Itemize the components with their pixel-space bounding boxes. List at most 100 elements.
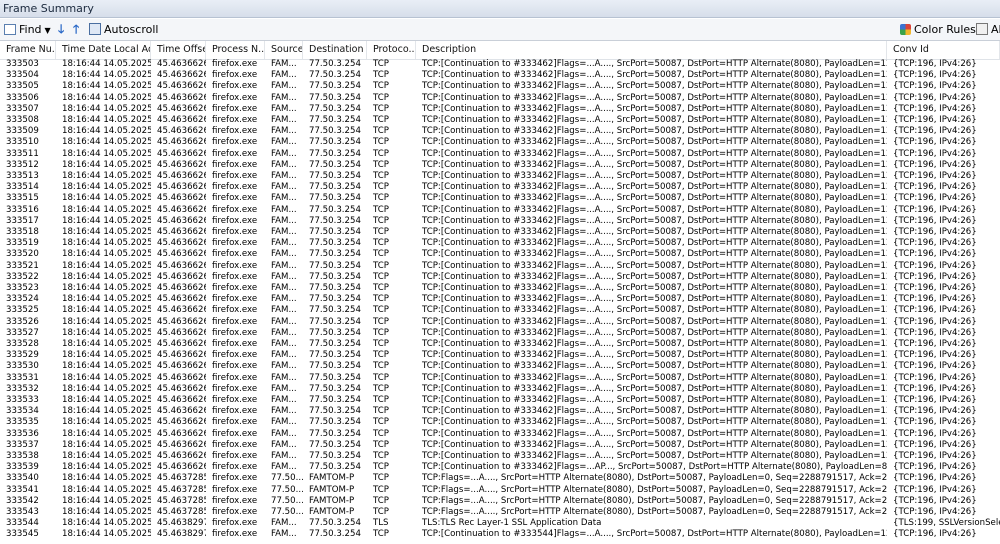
column-header-conv-id[interactable]: Conv Id (887, 41, 1000, 59)
find-button[interactable]: Find ▼ (4, 19, 51, 40)
cell-time-date: 18:16:44 14.05.2025 (62, 350, 151, 361)
column-header-time-offset[interactable]: Time Offset (151, 41, 206, 59)
cell-destination: 77.50.3.254 (309, 215, 361, 226)
column-header-destination[interactable]: Destination (303, 41, 367, 59)
cell-time-offset: 45.4636626 (157, 372, 206, 383)
table-row[interactable]: 333515 18:16:44 14.05.2025 45.4636626 firef… (0, 193, 1000, 204)
cell-time-offset: 45.4636626 (157, 159, 206, 170)
table-row[interactable]: 333507 18:16:44 14.05.2025 45.4636626 firef… (0, 104, 1000, 115)
table-row[interactable]: 333509 18:16:44 14.05.2025 45.4636626 firef… (0, 126, 1000, 137)
column-header-frame-number[interactable]: Frame Nu... (0, 41, 56, 59)
table-row[interactable]: 333521 18:16:44 14.05.2025 45.4636626 firef… (0, 261, 1000, 272)
cell-description: TCP:[Continuation to #333462]Flags=...A.… (422, 339, 887, 349)
cell-destination: 77.50.3.254 (309, 406, 361, 417)
cell-time-offset: 45.4636626 (157, 81, 206, 92)
table-row[interactable]: 333506 18:16:44 14.05.2025 45.4636626 firef… (0, 93, 1000, 104)
table-row[interactable]: 333541 18:16:44 14.05.2025 45.4637285 firef… (0, 485, 1000, 496)
table-row[interactable]: 333535 18:16:44 14.05.2025 45.4636626 firef… (0, 417, 1000, 428)
table-row[interactable]: 333545 18:16:44 14.05.2025 45.4638297 firef… (0, 529, 1000, 540)
cell-frame-number: 333515 (6, 193, 39, 204)
table-row[interactable]: 333533 18:16:44 14.05.2025 45.4636626 firef… (0, 395, 1000, 406)
cell-source: FAM... (271, 529, 297, 540)
cell-process-name: firefox.exe (212, 215, 258, 226)
cell-description: TCP:Flags=...A...., SrcPort=HTTP Alterna… (422, 484, 887, 495)
table-row[interactable]: 333544 18:16:44 14.05.2025 45.4638297 firef… (0, 518, 1000, 529)
find-next-button[interactable]: 🡓 (58, 19, 64, 40)
table-row[interactable]: 333512 18:16:44 14.05.2025 45.4636626 firef… (0, 160, 1000, 171)
find-previous-button[interactable]: 🡑 (73, 19, 79, 40)
table-row[interactable]: 333525 18:16:44 14.05.2025 45.4636626 firef… (0, 305, 1000, 316)
table-row[interactable]: 333518 18:16:44 14.05.2025 45.4636626 firef… (0, 227, 1000, 238)
cell-time-offset: 45.4636626 (157, 249, 206, 260)
cell-protocol: TLS (373, 518, 389, 529)
column-header-process-name[interactable]: Process N... (206, 41, 265, 59)
color-rules-icon (900, 23, 911, 35)
table-row[interactable]: 333534 18:16:44 14.05.2025 45.4636626 firef… (0, 406, 1000, 417)
color-rules-button[interactable]: Color Rules (900, 19, 976, 40)
cell-protocol: TCP (373, 103, 389, 114)
table-row[interactable]: 333542 18:16:44 14.05.2025 45.4637285 firef… (0, 496, 1000, 507)
cell-protocol: TCP (373, 462, 389, 473)
color-rules-label: Color Rules (914, 23, 976, 36)
table-row[interactable]: 333522 18:16:44 14.05.2025 45.4636626 firef… (0, 272, 1000, 283)
cell-frame-number: 333519 (6, 238, 39, 249)
cell-description: TCP:[Continuation to #333462]Flags=...A.… (422, 204, 887, 215)
cell-protocol: TCP (373, 81, 389, 92)
cell-frame-number: 333507 (6, 103, 39, 114)
table-row[interactable]: 333504 18:16:44 14.05.2025 45.4636626 firef… (0, 70, 1000, 81)
cell-source: FAM... (271, 350, 297, 361)
cell-destination: FAMTOM-P (309, 473, 355, 484)
cell-description: TCP:[Continuation to #333462]Flags=...A.… (422, 92, 887, 103)
cell-time-date: 18:16:44 14.05.2025 (62, 417, 151, 428)
table-row[interactable]: 333513 18:16:44 14.05.2025 45.4636626 firef… (0, 171, 1000, 182)
table-row[interactable]: 333536 18:16:44 14.05.2025 45.4636626 firef… (0, 429, 1000, 440)
table-row[interactable]: 333508 18:16:44 14.05.2025 45.4636626 firef… (0, 115, 1000, 126)
cell-destination: 77.50.3.254 (309, 126, 361, 137)
table-row[interactable]: 333538 18:16:44 14.05.2025 45.4636626 firef… (0, 451, 1000, 462)
table-row[interactable]: 333511 18:16:44 14.05.2025 45.4636626 firef… (0, 149, 1000, 160)
table-row[interactable]: 333505 18:16:44 14.05.2025 45.4636626 firef… (0, 81, 1000, 92)
cell-time-offset: 45.4636626 (157, 339, 206, 349)
table-row[interactable]: 333528 18:16:44 14.05.2025 45.4636626 firef… (0, 339, 1000, 350)
column-header-protocol[interactable]: Protoco... (367, 41, 416, 59)
table-row[interactable]: 333539 18:16:44 14.05.2025 45.4636626 firef… (0, 462, 1000, 473)
cell-description: TCP:[Continuation to #333462]Flags=...A.… (422, 171, 887, 181)
table-row[interactable]: 333526 18:16:44 14.05.2025 45.4636626 firef… (0, 317, 1000, 328)
aliases-button[interactable]: Al (976, 19, 1000, 40)
cell-protocol: TCP (373, 507, 389, 517)
cell-destination: 77.50.3.254 (309, 316, 361, 327)
table-row[interactable]: 333532 18:16:44 14.05.2025 45.4636626 firef… (0, 384, 1000, 395)
table-row[interactable]: 333543 18:16:44 14.05.2025 45.4637285 firef… (0, 507, 1000, 518)
table-row[interactable]: 333540 18:16:44 14.05.2025 45.4637285 firef… (0, 473, 1000, 484)
table-row[interactable]: 333516 18:16:44 14.05.2025 45.4636626 firef… (0, 205, 1000, 216)
frame-list[interactable]: 333503 18:16:44 14.05.2025 45.4636626 firef… (0, 59, 1000, 544)
table-row[interactable]: 333530 18:16:44 14.05.2025 45.4636626 firef… (0, 361, 1000, 372)
cell-source: FAM... (271, 395, 297, 405)
cell-destination: FAMTOM-P (309, 507, 355, 517)
table-row[interactable]: 333529 18:16:44 14.05.2025 45.4636626 firef… (0, 350, 1000, 361)
table-row[interactable]: 333527 18:16:44 14.05.2025 45.4636626 firef… (0, 328, 1000, 339)
cell-time-date: 18:16:44 14.05.2025 (62, 215, 151, 226)
cell-conv-id: {TCP:196, IPv4:26} (893, 227, 977, 237)
table-row[interactable]: 333519 18:16:44 14.05.2025 45.4636626 firef… (0, 238, 1000, 249)
column-header-time-date[interactable]: Time Date Local Ad... (56, 41, 151, 59)
table-row[interactable]: 333514 18:16:44 14.05.2025 45.4636626 firef… (0, 182, 1000, 193)
cell-destination: FAMTOM-P (309, 484, 355, 495)
cell-destination: 77.50.3.254 (309, 137, 361, 148)
cell-description: TCP:[Continuation to #333462]Flags=...A.… (422, 249, 887, 260)
cell-description: TCP:[Continuation to #333462]Flags=...A.… (422, 271, 887, 282)
table-row[interactable]: 333524 18:16:44 14.05.2025 45.4636626 firef… (0, 294, 1000, 305)
table-row[interactable]: 333510 18:16:44 14.05.2025 45.4636626 firef… (0, 137, 1000, 148)
table-row[interactable]: 333503 18:16:44 14.05.2025 45.4636626 firef… (0, 59, 1000, 70)
column-header-source[interactable]: Source (265, 41, 303, 59)
cell-description: TCP:[Continuation to #333462]Flags=...A.… (422, 327, 887, 338)
autoscroll-button[interactable]: Autoscroll (89, 19, 158, 40)
table-row[interactable]: 333517 18:16:44 14.05.2025 45.4636626 firef… (0, 216, 1000, 227)
table-row[interactable]: 333531 18:16:44 14.05.2025 45.4636626 firef… (0, 373, 1000, 384)
column-header-description[interactable]: Description (416, 41, 887, 59)
table-row[interactable]: 333537 18:16:44 14.05.2025 45.4636626 firef… (0, 440, 1000, 451)
table-row[interactable]: 333520 18:16:44 14.05.2025 45.4636626 firef… (0, 249, 1000, 260)
table-row[interactable]: 333523 18:16:44 14.05.2025 45.4636626 firef… (0, 283, 1000, 294)
cell-time-date: 18:16:44 14.05.2025 (62, 249, 151, 260)
cell-process-name: firefox.exe (212, 159, 258, 170)
